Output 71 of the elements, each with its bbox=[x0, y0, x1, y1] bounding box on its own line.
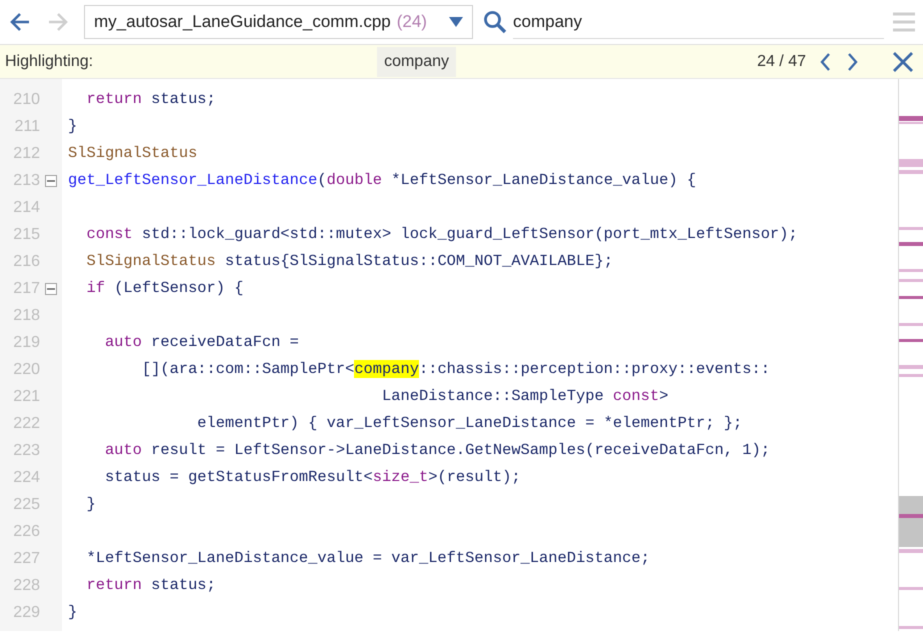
code-line: elementPtr) { var_LeftSensor_LaneDistance = *elementPtr; }; bbox=[196, 412, 742, 434]
code-line: status = getStatusFromResult<size_t>(result); bbox=[104, 466, 521, 488]
match-marker bbox=[899, 279, 923, 282]
match-position: 24 / 47 bbox=[757, 52, 806, 72]
line-number: 212 bbox=[12, 144, 40, 164]
chevron-right-icon bbox=[847, 52, 859, 72]
fold-toggle[interactable] bbox=[45, 282, 57, 294]
line-number: 227 bbox=[12, 548, 40, 568]
code-line: return status; bbox=[85, 88, 216, 110]
code-line: get_LeftSensor_LaneDistance(double *LeftSensor_LaneDistance_value) { bbox=[68, 170, 696, 191]
match-marker bbox=[899, 626, 923, 629]
match-marker bbox=[899, 339, 923, 342]
minus-icon bbox=[47, 180, 55, 182]
match-marker bbox=[899, 269, 923, 272]
code-line: SlSignalStatus bbox=[68, 142, 198, 164]
line-number: 225 bbox=[12, 494, 40, 514]
line-number: 229 bbox=[12, 602, 40, 622]
line-number: 213 bbox=[12, 170, 40, 190]
match-marker bbox=[899, 365, 923, 369]
match-marker bbox=[899, 514, 923, 518]
match-marker bbox=[899, 159, 923, 167]
line-number: 217 bbox=[12, 278, 40, 298]
code-line: if (LeftSensor) { bbox=[85, 278, 244, 299]
code-line: *LeftSensor_LaneDistance_value = var_LeftSensor_LaneDistance; bbox=[85, 548, 650, 569]
match-marker bbox=[899, 323, 923, 326]
code-line: auto result = LeftSensor->LaneDistance.GetNewSamples(receiveDataFcn, 1); bbox=[104, 440, 770, 461]
menu-icon bbox=[893, 12, 915, 32]
forward-arrow-icon bbox=[47, 12, 69, 32]
line-number: 211 bbox=[13, 116, 40, 136]
line-number: 222 bbox=[12, 414, 40, 434]
line-number: 219 bbox=[12, 332, 40, 352]
line-number: 215 bbox=[12, 224, 40, 244]
code-line: return status; bbox=[85, 574, 216, 596]
match-marker bbox=[899, 296, 923, 299]
line-number: 223 bbox=[12, 440, 40, 460]
line-number: 226 bbox=[12, 522, 40, 542]
chevron-left-icon bbox=[819, 52, 831, 72]
line-number: 221 bbox=[12, 386, 40, 406]
line-number: 216 bbox=[12, 252, 40, 272]
line-number: 210 bbox=[12, 90, 40, 110]
code-line: const std::lock_guard<std::mutex> lock_guard_LeftSensor(port_mtx_LeftSensor); bbox=[85, 224, 798, 245]
match-marker bbox=[899, 549, 923, 553]
search-term-chip: company bbox=[377, 46, 456, 76]
code-line: LaneDistance::SampleType const> bbox=[381, 386, 668, 407]
scroll-thumb[interactable] bbox=[899, 496, 923, 547]
dropdown-caret-icon bbox=[449, 17, 463, 27]
code-line: } bbox=[68, 602, 78, 623]
search-field[interactable]: company bbox=[513, 5, 884, 39]
close-button[interactable] bbox=[892, 50, 914, 72]
match-marker bbox=[899, 587, 923, 590]
fold-toggle[interactable] bbox=[45, 174, 57, 186]
match-marker bbox=[899, 242, 923, 246]
code-line: [](ara::com::SamplePtr<company::chassis::perception::proxy::events:: bbox=[140, 358, 770, 380]
file-dropdown[interactable]: my_autosar_LaneGuidance_comm.cpp (24) bbox=[84, 5, 473, 39]
back-arrow-icon bbox=[9, 12, 31, 32]
match-marker bbox=[899, 227, 923, 230]
line-number: 214 bbox=[12, 198, 40, 218]
code-line: auto receiveDataFcn = bbox=[104, 332, 299, 353]
match-marker bbox=[899, 374, 923, 377]
line-number: 224 bbox=[12, 468, 40, 488]
close-icon bbox=[892, 50, 914, 72]
search-icon bbox=[483, 10, 507, 34]
line-number: 228 bbox=[12, 576, 40, 596]
match-marker bbox=[899, 170, 923, 174]
highlighting-label: Highlighting: bbox=[5, 52, 94, 72]
code-line: } bbox=[85, 494, 96, 515]
code-line: SlSignalStatus status{SlSignalStatus::COM_NOT_AVAILABLE}; bbox=[85, 250, 613, 272]
line-number: 220 bbox=[12, 360, 40, 380]
minus-icon bbox=[47, 288, 55, 290]
line-number: 218 bbox=[12, 306, 40, 326]
code-line: } bbox=[68, 116, 78, 137]
